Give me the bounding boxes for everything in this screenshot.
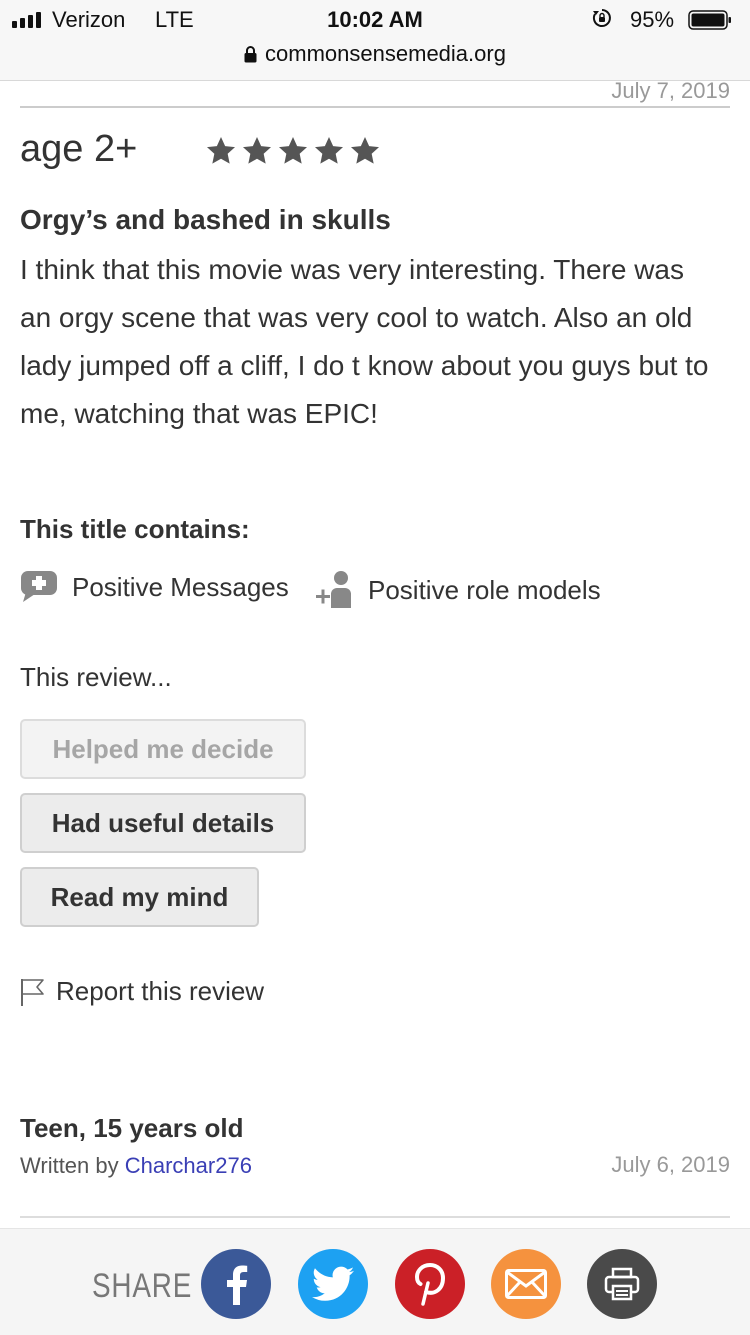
twitter-icon <box>312 1266 354 1301</box>
battery-icon <box>688 10 731 30</box>
url-bar[interactable]: commonsensemedia.org <box>0 40 750 81</box>
report-review-link[interactable]: Report this review <box>20 976 264 1007</box>
facebook-icon <box>227 1265 248 1305</box>
review-divider <box>20 106 730 108</box>
review-body: I think that this movie was very interes… <box>20 254 709 429</box>
attribute-positive-role-models: Positive role models <box>314 570 601 610</box>
written-by: Written by Charchar276 <box>20 1153 252 1179</box>
speech-bubble-plus-icon <box>21 571 57 602</box>
next-review-date: July 6, 2019 <box>611 1152 730 1177</box>
share-email-button[interactable] <box>491 1249 561 1319</box>
review-title: Orgy’s and bashed in skulls <box>20 204 391 235</box>
attribute-label: Positive Messages <box>72 571 289 602</box>
share-twitter-button[interactable] <box>298 1249 368 1319</box>
star-icon <box>351 137 379 164</box>
pinterest-icon <box>414 1262 446 1306</box>
review-age-rating: age 2+ <box>20 128 138 170</box>
printer-icon <box>604 1267 640 1301</box>
written-by-label: Written by <box>20 1153 119 1178</box>
author-link[interactable]: Charchar276 <box>125 1153 252 1178</box>
star-icon <box>243 137 271 164</box>
title-contains-heading: This title contains: <box>20 514 250 544</box>
star-icon <box>279 137 307 164</box>
flag-icon <box>21 978 44 1006</box>
attribute-positive-messages: Positive Messages <box>20 570 289 604</box>
feedback-heading: This review... <box>20 662 172 692</box>
share-facebook-button[interactable] <box>201 1249 271 1319</box>
person-plus-icon <box>316 571 351 608</box>
read-my-mind-button[interactable]: Read my mind <box>20 867 259 927</box>
star-icon <box>315 137 343 164</box>
star-rating <box>205 135 381 167</box>
share-label: SHARE <box>92 1267 193 1305</box>
rotation-lock-icon <box>592 9 611 27</box>
report-review-label: Report this review <box>56 976 265 1006</box>
review-divider <box>20 1216 730 1218</box>
previous-review-date: July 7, 2019 <box>611 78 730 103</box>
star-icon <box>207 137 235 164</box>
reviewer-age: Teen, 15 years old <box>20 1113 244 1143</box>
battery-percent: 95% <box>630 7 675 32</box>
mail-icon <box>505 1269 547 1299</box>
had-useful-details-button[interactable]: Had useful details <box>20 793 306 853</box>
status-bar: Verizon LTE 10:02 AM 95% <box>0 0 750 40</box>
share-print-button[interactable] <box>587 1249 657 1319</box>
url-text: commonsensemedia.org <box>265 41 506 66</box>
share-pinterest-button[interactable] <box>395 1249 465 1319</box>
helped-me-decide-button[interactable]: Helped me decide <box>20 719 306 779</box>
padlock-icon <box>244 46 257 63</box>
share-bar: SHARE <box>0 1228 750 1335</box>
attribute-label: Positive role models <box>368 574 601 605</box>
